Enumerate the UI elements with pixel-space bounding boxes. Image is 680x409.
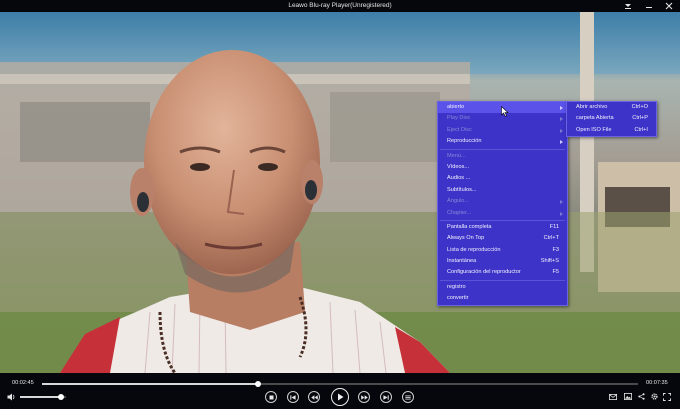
fullscreen-icon[interactable]	[663, 393, 671, 401]
menu-item-label: Always On Top	[447, 235, 485, 242]
submenu-item-shortcut: Ctrl+I	[634, 126, 648, 133]
menu-item-label: Menú...	[447, 152, 466, 159]
elapsed-time: 00:02:45	[12, 380, 34, 386]
share-icon[interactable]	[638, 393, 645, 400]
volume-slider[interactable]	[20, 394, 66, 400]
menu-item-label: convertir	[447, 295, 469, 302]
fast-forward-icon	[360, 394, 368, 400]
submenu-arrow-icon	[560, 140, 563, 145]
menu-item-lista-de-reproduccion[interactable]: Lista de reproducción F3	[438, 245, 567, 256]
submenu-arrow-icon	[560, 128, 563, 133]
menu-item-label: abierto	[447, 104, 465, 110]
menu-item-angulo: Ángulo...	[438, 196, 567, 207]
submenu-arrow-icon	[560, 106, 563, 110]
submenu-arrow-icon	[560, 211, 563, 216]
rewind-icon	[310, 394, 318, 400]
mouse-cursor-icon	[501, 106, 509, 117]
menu-item-label: Play Disc	[447, 115, 471, 122]
menu-item-label: Subtítulos...	[447, 186, 477, 193]
playlist-button[interactable]	[402, 391, 414, 403]
submenu-item-shortcut: Ctrl+O	[631, 104, 648, 110]
close-icon[interactable]	[661, 0, 677, 12]
volume-icon[interactable]	[7, 393, 16, 401]
submenu-item-label: Open ISO File	[576, 126, 612, 133]
menu-item-configuracion-del-reproductor[interactable]: Configuración del reproductor F5	[438, 267, 567, 278]
context-menu: abierto Play Disc Eject Disc Reproducción Me…	[437, 101, 568, 306]
menu-item-registro[interactable]: registro	[438, 282, 567, 293]
menu-item-label: Chapter...	[447, 209, 472, 216]
fast-forward-button[interactable]	[358, 391, 370, 403]
rewind-button[interactable]	[308, 391, 320, 403]
menu-item-label: registro	[447, 283, 466, 290]
previous-button[interactable]	[287, 391, 299, 403]
submenu-item-label: Abrir archivo	[576, 104, 608, 110]
seek-bar-fill	[42, 383, 259, 385]
menu-item-convertir[interactable]: convertir	[438, 293, 567, 304]
menu-item-label: Instantánea	[447, 258, 477, 265]
window-title: Leawo Blu-ray Player(Unregistered)	[288, 2, 392, 9]
menu-item-label: Vídeos...	[447, 163, 470, 170]
play-icon	[337, 393, 343, 401]
menu-item-label: Configuración del reproductor	[447, 269, 521, 276]
submenu-item-carpeta-abierta[interactable]: carpeta Abierta Ctrl+P	[567, 113, 656, 124]
submenu-item-abrir-archivo[interactable]: Abrir archivo Ctrl+O	[567, 102, 656, 113]
menu-item-shortcut: F11	[549, 223, 559, 230]
menu-separator	[440, 148, 565, 150]
playlist-icon	[405, 395, 411, 399]
menu-item-shortcut: F5	[552, 269, 559, 276]
skip-forward-icon	[383, 394, 389, 400]
menu-item-always-on-top[interactable]: Always On Top Ctrl+T	[438, 233, 567, 244]
mail-icon[interactable]	[609, 394, 617, 400]
menu-separator	[440, 219, 565, 221]
menu-item-label: Ángulo...	[447, 198, 470, 205]
menu-separator	[440, 279, 565, 281]
submenu-item-open-iso-file[interactable]: Open ISO File Ctrl+I	[567, 125, 656, 136]
skip-back-icon	[290, 394, 296, 400]
menu-item-reproduccion[interactable]: Reproducción	[438, 136, 567, 147]
control-bar: 00:02:45 00:07:35	[0, 373, 680, 409]
menu-icon[interactable]	[620, 0, 636, 12]
settings-icon[interactable]	[651, 393, 658, 400]
menu-item-shortcut: Ctrl+T	[543, 235, 559, 242]
total-duration: 00:07:35	[646, 380, 668, 386]
seek-bar[interactable]	[42, 381, 638, 387]
title-bar: Leawo Blu-ray Player(Unregistered)	[0, 0, 680, 12]
menu-item-shortcut: Shift+S	[540, 258, 559, 265]
submenu-arrow-icon	[560, 117, 563, 122]
seek-bar-handle[interactable]	[255, 381, 262, 387]
video-still	[0, 12, 680, 373]
menu-item-menu: Menú...	[438, 151, 567, 162]
volume-slider-fill	[20, 396, 62, 398]
menu-item-audios[interactable]: Audios ...	[438, 173, 567, 184]
menu-item-label: Pantalla completa	[447, 223, 492, 230]
submenu-item-shortcut: Ctrl+P	[632, 115, 648, 122]
open-submenu: Abrir archivo Ctrl+O carpeta Abierta Ctrl+P…	[566, 101, 657, 138]
menu-item-pantalla-completa[interactable]: Pantalla completa F11	[438, 222, 567, 233]
menu-item-label: Audios ...	[447, 175, 471, 182]
menu-item-videos[interactable]: Vídeos...	[438, 162, 567, 173]
submenu-arrow-icon	[560, 200, 563, 205]
screenshot-icon[interactable]	[624, 393, 632, 400]
menu-item-instantanea[interactable]: Instantánea Shift+S	[438, 256, 567, 267]
menu-item-chapter: Chapter...	[438, 208, 567, 219]
next-button[interactable]	[380, 391, 392, 403]
menu-item-shortcut: F3	[552, 246, 559, 253]
video-frame[interactable]: abierto Play Disc Eject Disc Reproducción Me…	[0, 12, 680, 373]
volume-slider-handle[interactable]	[58, 394, 65, 400]
submenu-item-label: carpeta Abierta	[576, 115, 614, 122]
stop-button[interactable]	[265, 391, 277, 403]
menu-item-subtitulos[interactable]: Subtítulos...	[438, 185, 567, 196]
menu-item-label: Lista de reproducción	[447, 246, 501, 253]
play-button[interactable]	[331, 388, 349, 406]
minimize-icon[interactable]	[641, 0, 657, 12]
menu-item-label: Eject Disc	[447, 126, 472, 133]
menu-item-eject-disc: Eject Disc	[438, 125, 567, 136]
menu-item-label: Reproducción	[447, 138, 482, 145]
stop-icon	[269, 395, 273, 399]
